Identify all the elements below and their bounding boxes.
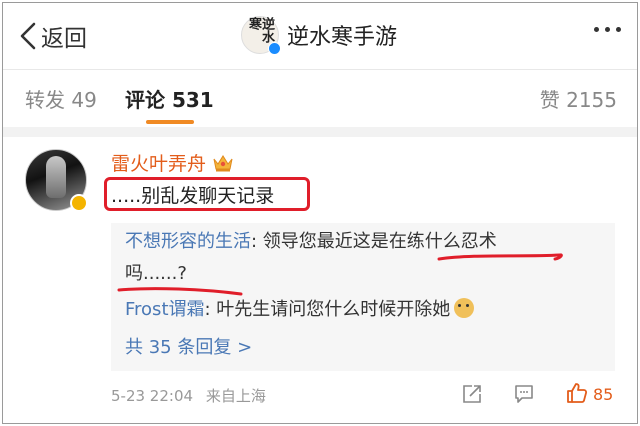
verified-badge-icon — [70, 194, 88, 212]
back-label: 返回 — [41, 26, 87, 52]
back-button[interactable]: 返回 — [19, 19, 87, 53]
doge-emoji-icon — [454, 298, 475, 318]
account-avatar[interactable]: 逆水寒 — [241, 16, 281, 55]
tab-comments[interactable]: 评论 531 — [125, 84, 214, 113]
crown-icon — [213, 154, 233, 171]
reply-text: 叶先生请问您什么时候开除她 — [210, 299, 451, 320]
reply-item[interactable]: Frost谓霜: 叶先生请问您什么时候开除她 — [125, 295, 475, 325]
commenter-avatar[interactable] — [25, 149, 88, 212]
comment-location: 来自上海 — [205, 387, 266, 405]
comment-timestamp: 5-23 22:04 — [111, 387, 194, 405]
verified-badge-icon — [268, 42, 281, 55]
thumbs-up-icon[interactable] — [565, 381, 589, 405]
reply-item[interactable]: 不想形容的生活: 领导您最近这是在练什么忍术 — [125, 227, 605, 257]
replies-panel[interactable]: 不想形容的生活: 领导您最近这是在练什么忍术 吗......? Frost谓霜:… — [111, 223, 615, 371]
tab-bar: 转发 49 评论 531 赞 2155 — [3, 69, 637, 127]
reply-icon[interactable] — [513, 383, 535, 405]
comment-header: 雷火叶弄舟 — [111, 149, 234, 176]
top-bar: 返回 逆水寒 逆水寒手游 — [3, 3, 637, 69]
reply-author[interactable]: Frost谓霜 — [125, 299, 205, 320]
reply-continuation: 吗......? — [125, 263, 187, 284]
share-icon[interactable] — [461, 383, 483, 405]
section-divider — [3, 127, 637, 137]
comment-meta: 5-23 22:04 来自上海 — [111, 385, 266, 406]
highlight-box-annotation — [104, 177, 310, 211]
tab-repost[interactable]: 转发 49 — [25, 84, 97, 113]
reply-text-highlighted: 在练什么忍术 — [388, 231, 497, 252]
active-tab-indicator — [146, 120, 194, 124]
page-title: 逆水寒手游 — [287, 25, 398, 50]
weibo-comment-screen: 返回 逆水寒 逆水寒手游 转发 49 评论 531 赞 2155 雷火叶弄舟 .… — [2, 2, 638, 424]
reply-text: 领导您最近这是 — [257, 231, 389, 252]
view-more-replies-link[interactable]: 共 35 条回复 > — [125, 333, 252, 359]
like-count: 85 — [593, 385, 614, 404]
page-header[interactable]: 逆水寒 逆水寒手游 — [241, 15, 397, 55]
tab-likes[interactable]: 赞 2155 — [540, 84, 617, 113]
chevron-left-icon — [20, 22, 36, 50]
more-options-icon[interactable] — [594, 27, 621, 32]
reply-author[interactable]: 不想形容的生活 — [125, 231, 251, 252]
commenter-name[interactable]: 雷火叶弄舟 — [111, 149, 206, 176]
